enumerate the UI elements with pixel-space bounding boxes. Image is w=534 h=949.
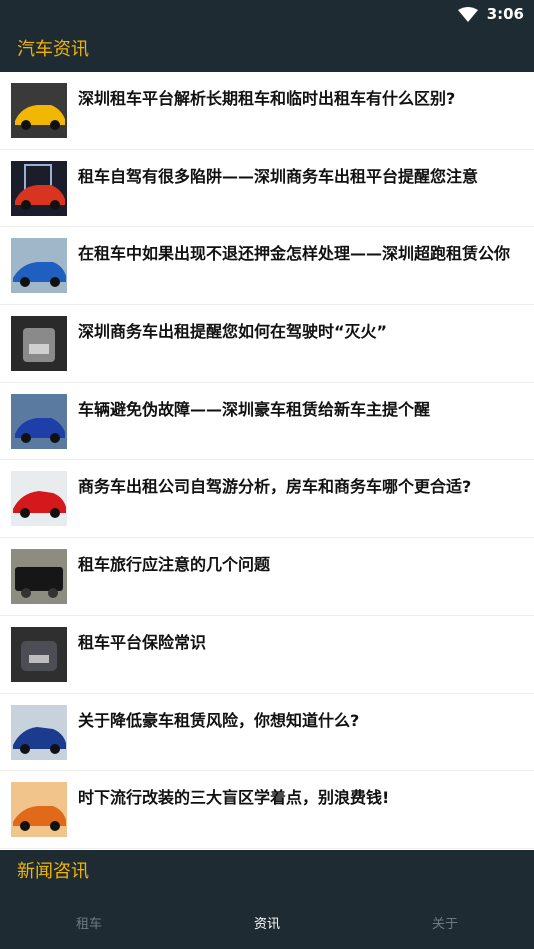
list-item[interactable]: 车辆避免伪故障——深圳豪车租赁给新车主提个醒 (0, 383, 534, 461)
bottom-nav: 租车 资讯 关于 (0, 895, 534, 949)
section-bar: 新闻咨讯 (0, 850, 534, 895)
list-item[interactable]: 关于降低豪车租赁风险，你想知道什么? (0, 694, 534, 772)
news-title: 商务车出租公司自驾游分析，房车和商务车哪个更合适? (78, 477, 472, 497)
news-title: 关于降低豪车租赁风险，你想知道什么? (78, 710, 360, 730)
news-thumbnail (11, 83, 67, 138)
news-thumbnail (11, 471, 67, 527)
news-thumbnail (11, 782, 67, 838)
clock: 3:06 (486, 5, 524, 23)
list-item[interactable]: 租车平台保险常识 (0, 616, 534, 694)
news-title: 时下流行改装的三大盲区学着点，别浪费钱! (78, 788, 390, 808)
news-title: 租车平台保险常识 (78, 632, 207, 652)
status-bar: 3:06 (0, 0, 534, 29)
tab-news[interactable]: 资讯 (178, 895, 356, 949)
wifi-icon (457, 6, 478, 22)
news-thumbnail (11, 238, 67, 294)
list-item[interactable]: 深圳商务车出租提醒您如何在驾驶时“灭火” (0, 305, 534, 383)
news-list[interactable]: 深圳租车平台解析长期租车和临时出租车有什么区别? 租车自驾有很多陷阱——深圳商务… (0, 72, 534, 850)
tab-about[interactable]: 关于 (356, 895, 534, 949)
news-title: 深圳租车平台解析长期租车和临时出租车有什么区别? (78, 89, 456, 108)
news-title: 深圳商务车出租提醒您如何在驾驶时“灭火” (78, 322, 388, 342)
news-thumbnail (11, 626, 67, 682)
list-item[interactable]: 租车旅行应注意的几个问题 (0, 538, 534, 616)
status-indicators: 3:06 (457, 4, 524, 24)
list-item[interactable]: 商务车出租公司自驾游分析，房车和商务车哪个更合适? (0, 460, 534, 539)
news-thumbnail (11, 704, 67, 760)
list-item[interactable]: 时下流行改装的三大盲区学着点，别浪费钱! (0, 771, 534, 849)
section-title: 新闻咨讯 (17, 861, 89, 882)
news-thumbnail (11, 316, 67, 372)
page-title: 汽车资讯 (17, 39, 89, 60)
app-bar: 汽车资讯 (0, 29, 534, 72)
news-title: 在租车中如果出现不退还押金怎样处理——深圳超跑租赁公你 (78, 244, 511, 264)
news-thumbnail (11, 160, 67, 216)
list-item[interactable]: 深圳租车平台解析长期租车和临时出租车有什么区别? (0, 72, 534, 150)
news-title: 租车自驾有很多陷阱——深圳商务车出租平台提醒您注意 (78, 166, 479, 186)
news-title: 车辆避免伪故障——深圳豪车租赁给新车主提个醒 (78, 399, 431, 419)
news-thumbnail (11, 393, 67, 449)
news-title: 租车旅行应注意的几个问题 (78, 555, 271, 575)
news-thumbnail (11, 549, 67, 605)
list-item[interactable]: 在租车中如果出现不退还押金怎样处理——深圳超跑租赁公你 (0, 227, 534, 306)
tab-rent-car[interactable]: 租车 (0, 895, 178, 949)
list-item[interactable]: 租车自驾有很多陷阱——深圳商务车出租平台提醒您注意 (0, 150, 534, 228)
